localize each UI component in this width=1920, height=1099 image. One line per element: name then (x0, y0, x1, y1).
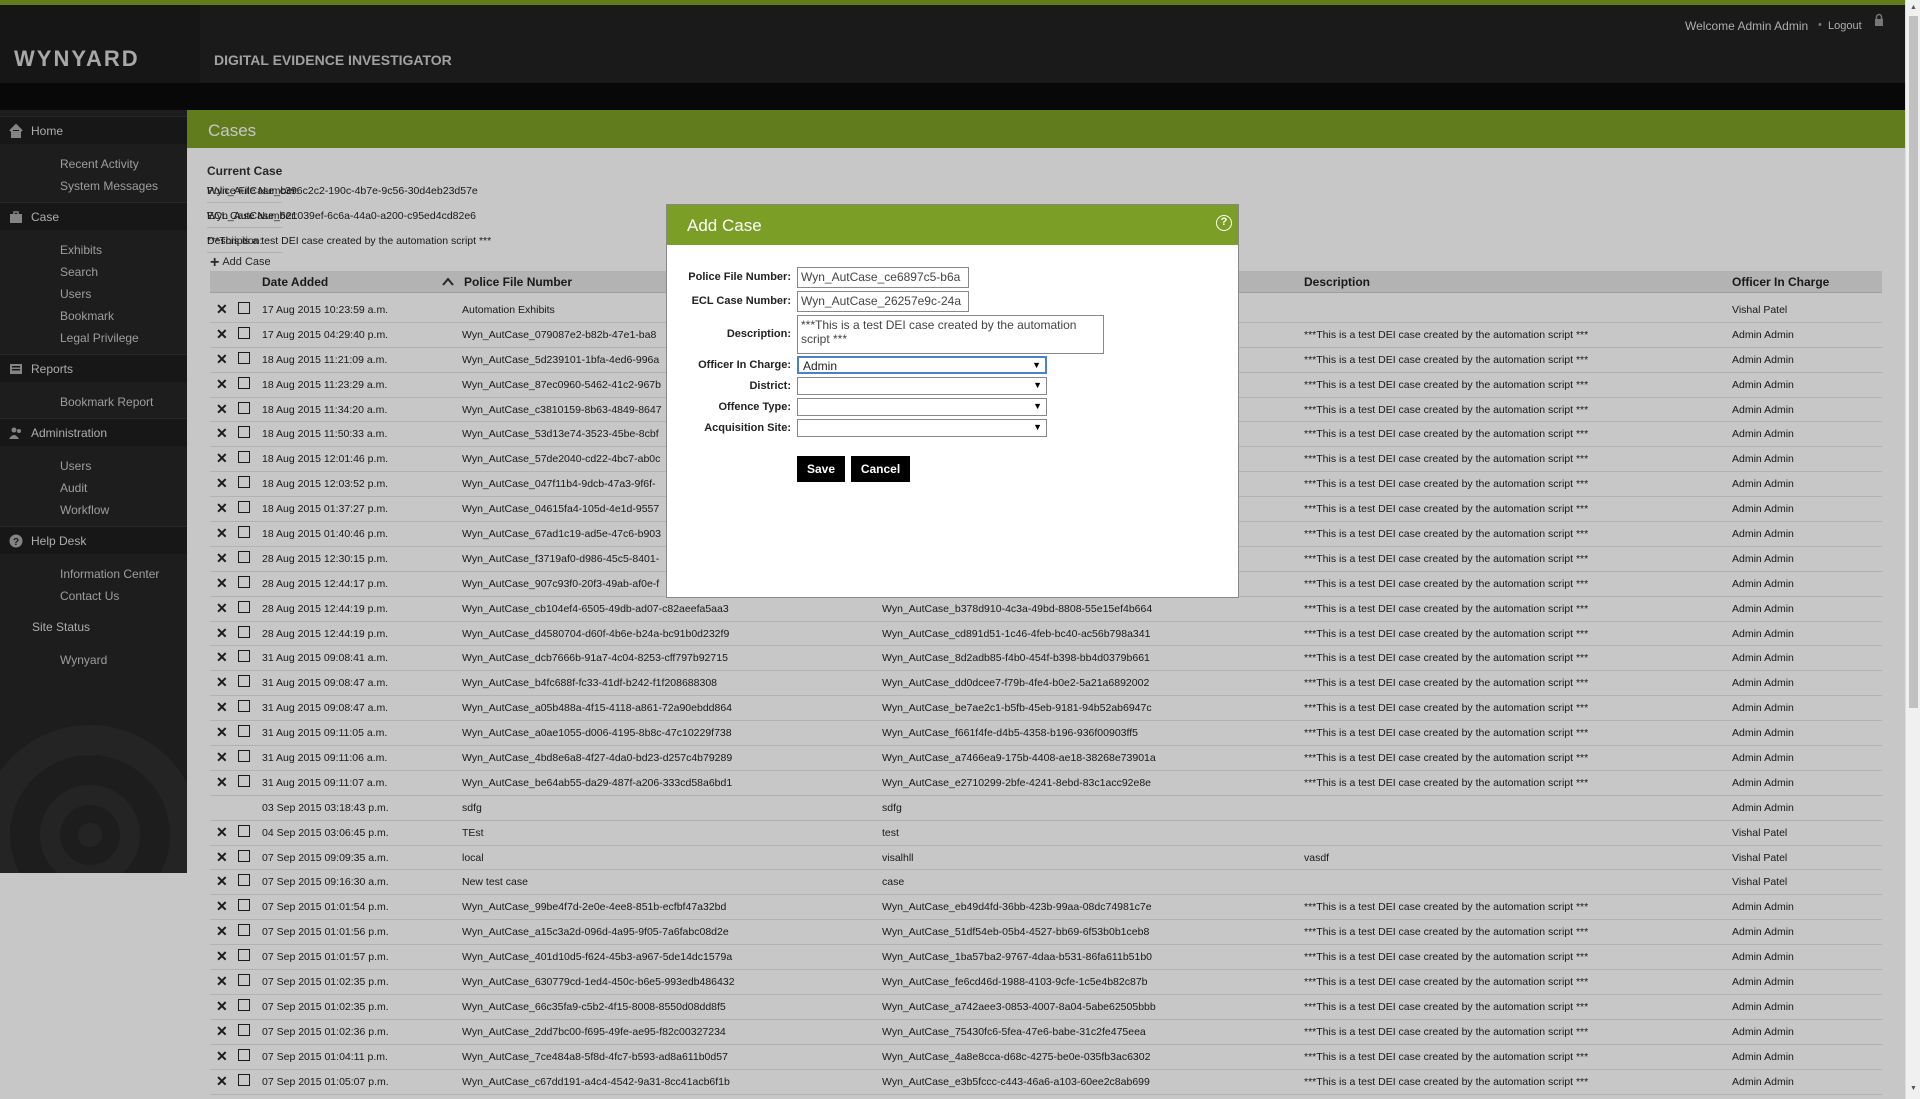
description-label: Description: (726, 328, 791, 340)
dialog-title: Add Case (687, 216, 762, 235)
save-button[interactable]: Save (797, 456, 845, 482)
dropdown-arrow-icon: ▼ (1033, 422, 1042, 432)
cancel-button[interactable]: Cancel (851, 456, 910, 482)
help-icon[interactable]: ? (1216, 215, 1232, 231)
offence-type-label: Offence Type: (718, 401, 791, 413)
dropdown-arrow-icon: ▼ (1032, 360, 1041, 370)
description-textarea[interactable]: ***This is a test DEI case created by th… (797, 315, 1104, 354)
acquisition-site-select[interactable]: ▼ (797, 419, 1047, 437)
officer-select-value: Admin (803, 359, 838, 373)
add-case-dialog: Add Case ? Police File Number: Wyn_AutCa… (666, 204, 1239, 598)
officer-label: Officer In Charge: (698, 359, 791, 371)
page-scrollbar[interactable]: ▲ ▼ (1905, 0, 1920, 1099)
ecl-case-label: ECL Case Number: (691, 295, 791, 307)
scroll-up-icon[interactable]: ▲ (1910, 4, 1917, 11)
ecl-case-input[interactable]: Wyn_AutCase_26257e9c-24a (797, 291, 969, 312)
scroll-down-icon[interactable]: ▼ (1910, 1085, 1917, 1092)
police-file-input[interactable]: Wyn_AutCase_ce6897c5-b6a (797, 267, 969, 288)
district-label: District: (749, 380, 791, 392)
district-select[interactable]: ▼ (797, 377, 1047, 395)
police-file-label: Police File Number: (688, 271, 791, 283)
acquisition-site-label: Acquisition Site: (704, 422, 791, 434)
scrollbar-thumb[interactable] (1909, 16, 1918, 708)
offence-type-select[interactable]: ▼ (797, 398, 1047, 416)
officer-select[interactable]: Admin ▼ (797, 356, 1047, 374)
dropdown-arrow-icon: ▼ (1033, 380, 1042, 390)
dropdown-arrow-icon: ▼ (1033, 401, 1042, 411)
